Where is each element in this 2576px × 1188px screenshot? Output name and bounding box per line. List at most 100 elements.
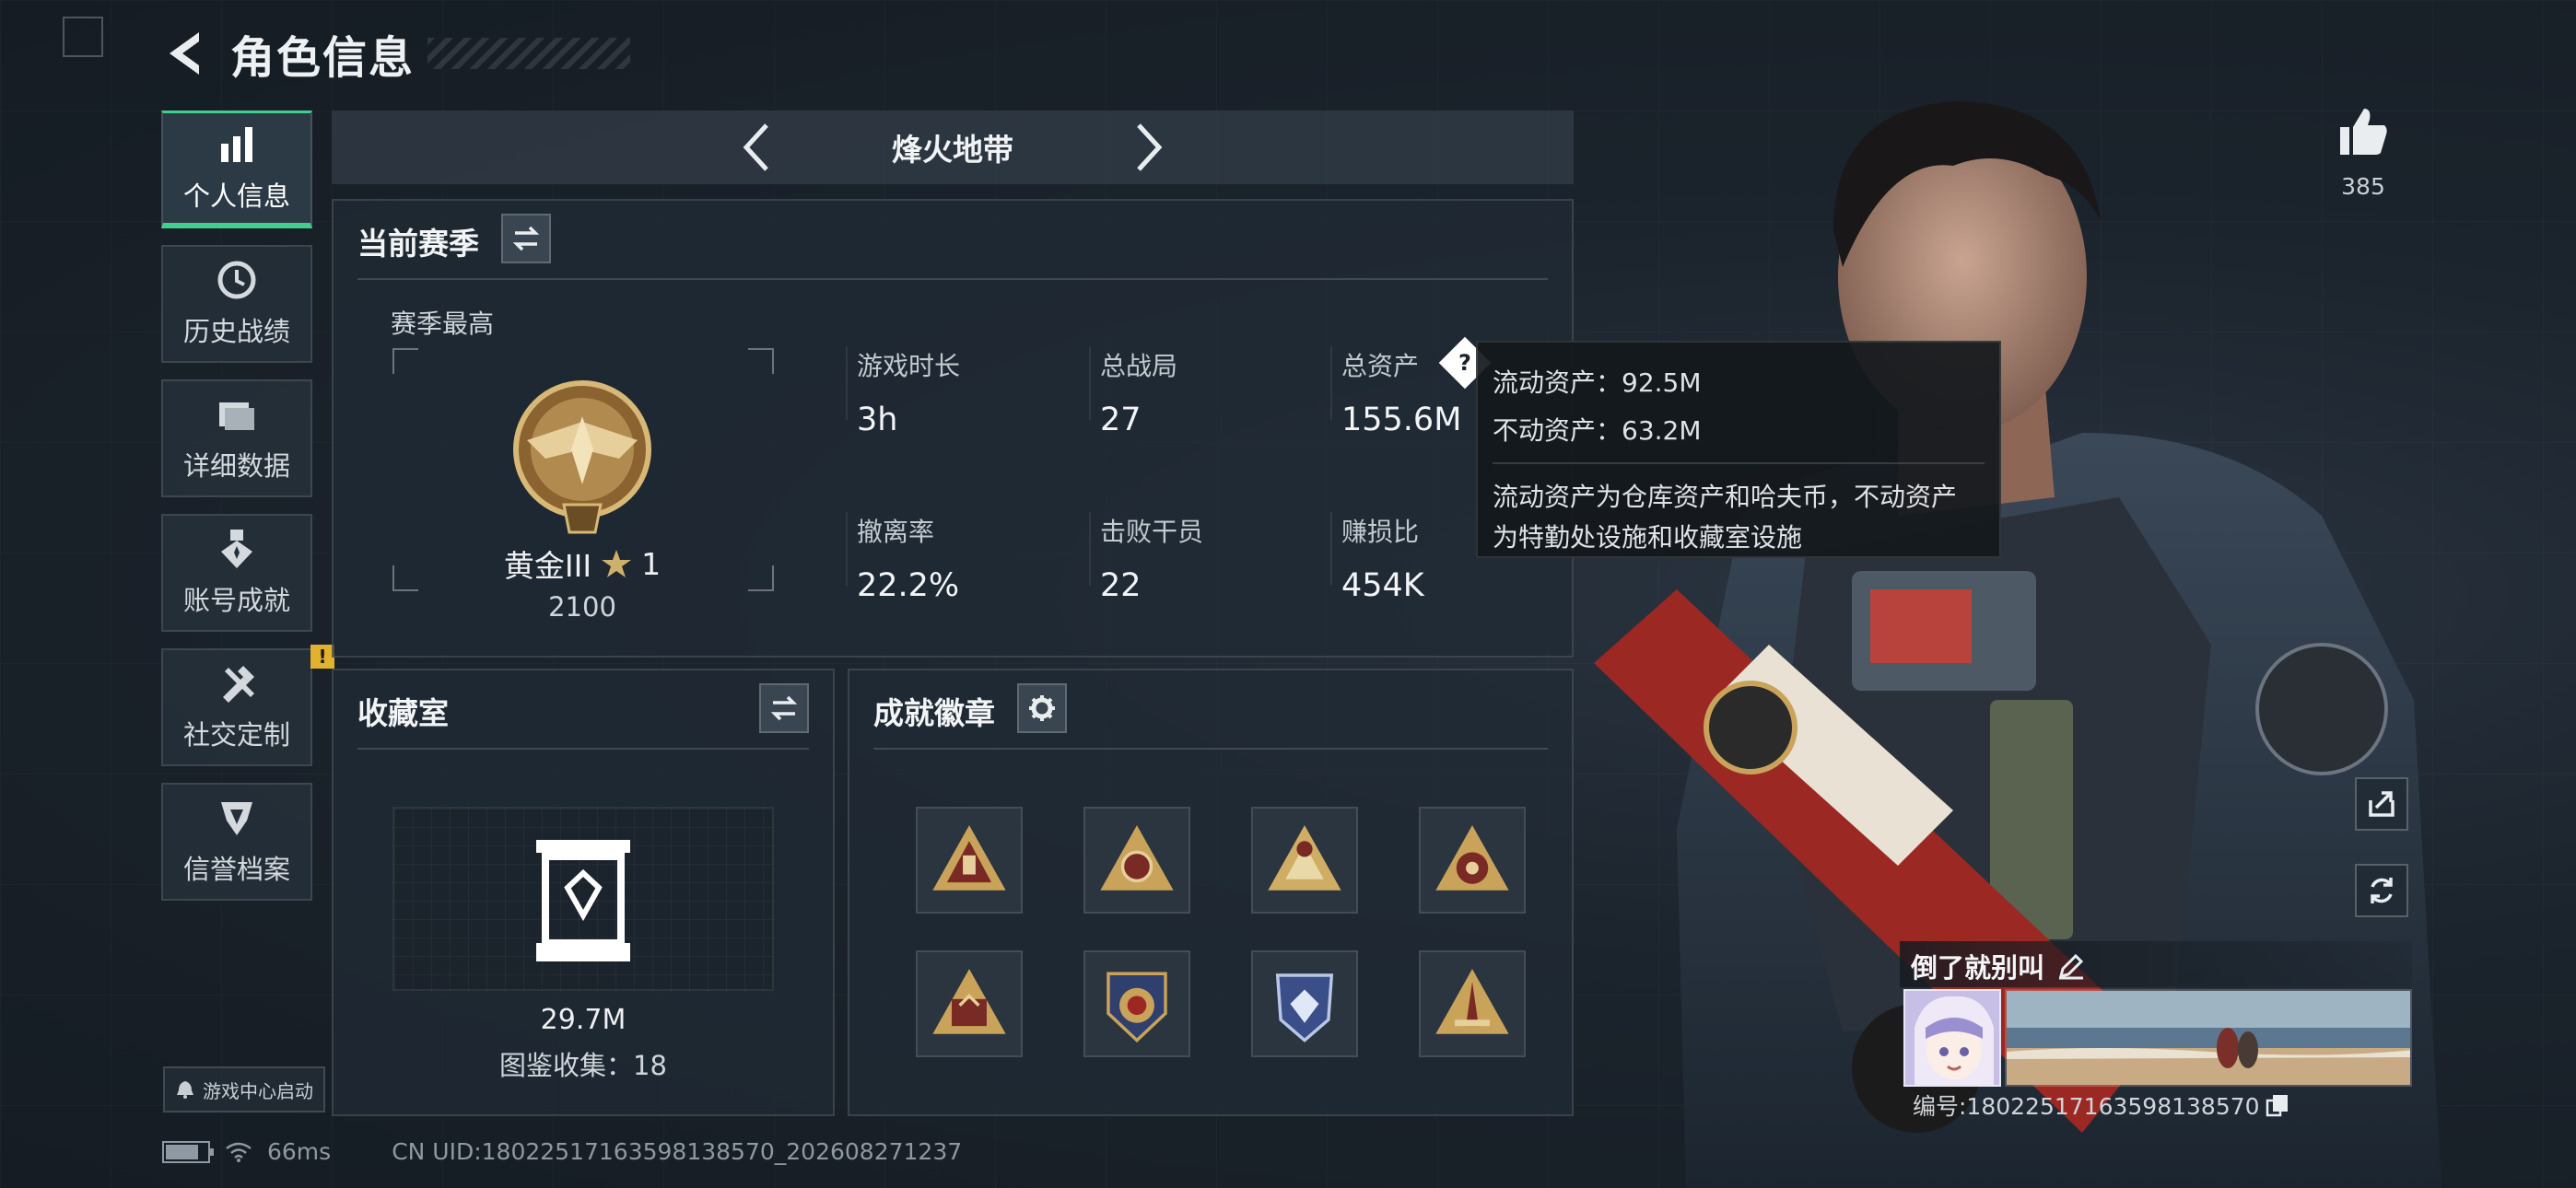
achievement-badge-3[interactable] — [1251, 807, 1358, 914]
divider — [873, 748, 1548, 750]
player-name: 倒了就别叫 — [1911, 952, 2045, 984]
sidebar-item-personal-info[interactable]: 个人信息 — [161, 111, 312, 228]
back-arrow-icon[interactable] — [162, 29, 206, 78]
folder-icon — [219, 402, 254, 430]
achievement-badges-panel: 成就徽章 — [848, 669, 1574, 1116]
collection-value: 29.7M — [540, 1004, 626, 1036]
stat-total-matches: 总战局 27 — [1088, 346, 1177, 438]
sidebar-item-label: 社交定制 — [182, 719, 290, 751]
corner-decoration — [63, 17, 103, 57]
star-icon — [602, 550, 632, 577]
collection-count: 图鉴收集：18 — [499, 1050, 667, 1081]
stat-play-time: 游戏时长 3h — [845, 346, 960, 438]
rank-stars: 1 — [641, 545, 662, 582]
page-title: 角色信息 — [230, 32, 416, 84]
gold-rank-emblem — [513, 380, 651, 534]
bar-chart-icon — [221, 126, 252, 162]
shield-credit-icon — [221, 802, 252, 835]
gear-icon — [1029, 695, 1055, 721]
achievement-badge-6[interactable] — [1083, 950, 1190, 1057]
ping-value: 66ms — [267, 1138, 332, 1165]
avatar[interactable] — [1903, 989, 2001, 1087]
stat-extraction-rate: 撤离率 22.2% — [845, 512, 959, 604]
game-center-label: 游戏中心启动 — [203, 1079, 313, 1102]
player-id-row: 编号:180225171635981385​70 — [1913, 1089, 2289, 1122]
collection-preview[interactable] — [392, 807, 774, 991]
current-season-panel: 当前赛季 赛季最高 黄金III 1 2100 游戏时长 3h 总战局 27 总资… — [332, 199, 1574, 658]
bell-icon — [177, 1081, 193, 1099]
badge-emblem-icon — [932, 969, 1006, 1034]
tooltip-divider — [1493, 462, 1985, 464]
sidebar-item-label: 个人信息 — [182, 180, 290, 212]
achievement-badge-7[interactable] — [1251, 950, 1358, 1057]
badge-emblem-icon — [1100, 825, 1174, 891]
beach-banner-image — [2007, 991, 2410, 1085]
sidebar-item-detailed-data[interactable]: 详细数据 — [161, 379, 312, 497]
tooltip-note-line1: 流动资产为仓库资产和哈夫币，不动资产 — [1493, 482, 1958, 512]
rank-name: 黄金III — [503, 548, 592, 584]
mode-label: 烽火地带 — [892, 132, 1013, 168]
mode-selector: 烽火地带 — [332, 111, 1574, 184]
collection-panel: 收藏室 29.7M 图鉴收集：18 — [332, 669, 835, 1116]
share-icon — [2369, 791, 2395, 817]
player-name-row: 倒了就别叫 — [1911, 947, 2085, 985]
achievement-badge-8[interactable] — [1419, 950, 1526, 1057]
tooltip-liquid-assets: 流动资产：92.5M — [1493, 367, 1702, 398]
rank-score: 2100 — [548, 591, 616, 623]
history-clock-icon — [217, 261, 256, 299]
prev-mode-arrow-icon[interactable] — [741, 120, 772, 175]
title-decoration — [427, 38, 631, 69]
next-mode-arrow-icon[interactable] — [1133, 120, 1165, 175]
tools-icon — [223, 666, 254, 703]
achievement-badge-1[interactable] — [916, 807, 1023, 914]
badge-emblem-icon — [932, 825, 1006, 891]
sidebar-item-social-custom[interactable]: 社交定制 ! — [161, 645, 334, 766]
share-button[interactable] — [2355, 777, 2408, 831]
sidebar-item-label: 详细数据 — [182, 450, 290, 482]
status-bar: 66ms CN UID:1802251716359813857​0_202608… — [162, 1138, 962, 1165]
refresh-button[interactable] — [2355, 864, 2408, 917]
thumbs-up-icon[interactable] — [2336, 105, 2390, 158]
collection-case-icon — [536, 840, 630, 961]
panel-title: 当前赛季 — [357, 226, 479, 262]
profile-banner[interactable] — [2005, 989, 2412, 1087]
divider — [357, 748, 809, 750]
achievement-badge-2[interactable] — [1083, 807, 1190, 914]
panel-title: 成就徽章 — [873, 695, 995, 731]
edit-pencil-icon[interactable] — [2057, 952, 2085, 980]
achievement-badge-5[interactable] — [916, 950, 1023, 1057]
player-card: 倒了就别叫 编号:180225171635981385​70 — [1900, 941, 2412, 1120]
assets-tooltip: 流动资产：92.5M 不动资产：63.2M 流动资产为仓库资产和哈夫币，不动资产… — [1476, 341, 2001, 558]
sidebar-item-match-history[interactable]: 历史战绩 — [161, 245, 312, 363]
tooltip-fixed-assets: 不动资产：63.2M — [1493, 415, 1702, 446]
stat-profit-loss-ratio: 赚损比 454K — [1330, 512, 1424, 604]
sidebar-item-credit-record[interactable]: 信誉档案 — [161, 783, 312, 901]
sidebar-nav: 个人信息 历史战绩 详细数据 账号成就 社交定制 ! 信誉档案 — [161, 111, 334, 917]
medal-icon — [221, 530, 252, 568]
collection-switch-button[interactable] — [759, 683, 809, 733]
badge-emblem-icon — [1275, 973, 1334, 1042]
game-center-launch-button[interactable]: 游戏中心启动 — [163, 1066, 325, 1112]
player-id: 编号:180225171635981385​70 — [1913, 1093, 2260, 1120]
sidebar-item-achievements[interactable]: 账号成就 — [161, 514, 312, 632]
badge-settings-button[interactable] — [1017, 683, 1067, 733]
page-header: 角色信息 — [162, 26, 631, 84]
season-best-label: 赛季最高 — [391, 309, 495, 339]
rank-name-row: 黄金III 1 — [334, 542, 831, 586]
badge-emblem-icon — [1268, 825, 1341, 891]
season-switch-button[interactable] — [501, 214, 551, 263]
sidebar-item-label: 信誉档案 — [182, 854, 290, 885]
badge-emblem-icon — [1107, 972, 1167, 1043]
tooltip-note-line2: 为特勤处设施和收藏室设施 — [1493, 522, 1803, 553]
badge-emblem-icon — [1435, 969, 1509, 1034]
refresh-icon — [2371, 878, 2393, 903]
uid-text: CN UID:1802251716359813857​0_20260827123… — [392, 1138, 963, 1165]
swap-icon — [512, 226, 540, 251]
anime-avatar-image — [1905, 991, 1999, 1085]
wifi-icon — [226, 1142, 252, 1162]
like-count: 385 — [2341, 173, 2385, 200]
sidebar-item-label: 账号成就 — [182, 585, 290, 616]
copy-icon[interactable] — [2266, 1093, 2289, 1117]
achievement-badge-4[interactable] — [1419, 807, 1526, 914]
sidebar-item-label: 历史战绩 — [182, 316, 290, 347]
